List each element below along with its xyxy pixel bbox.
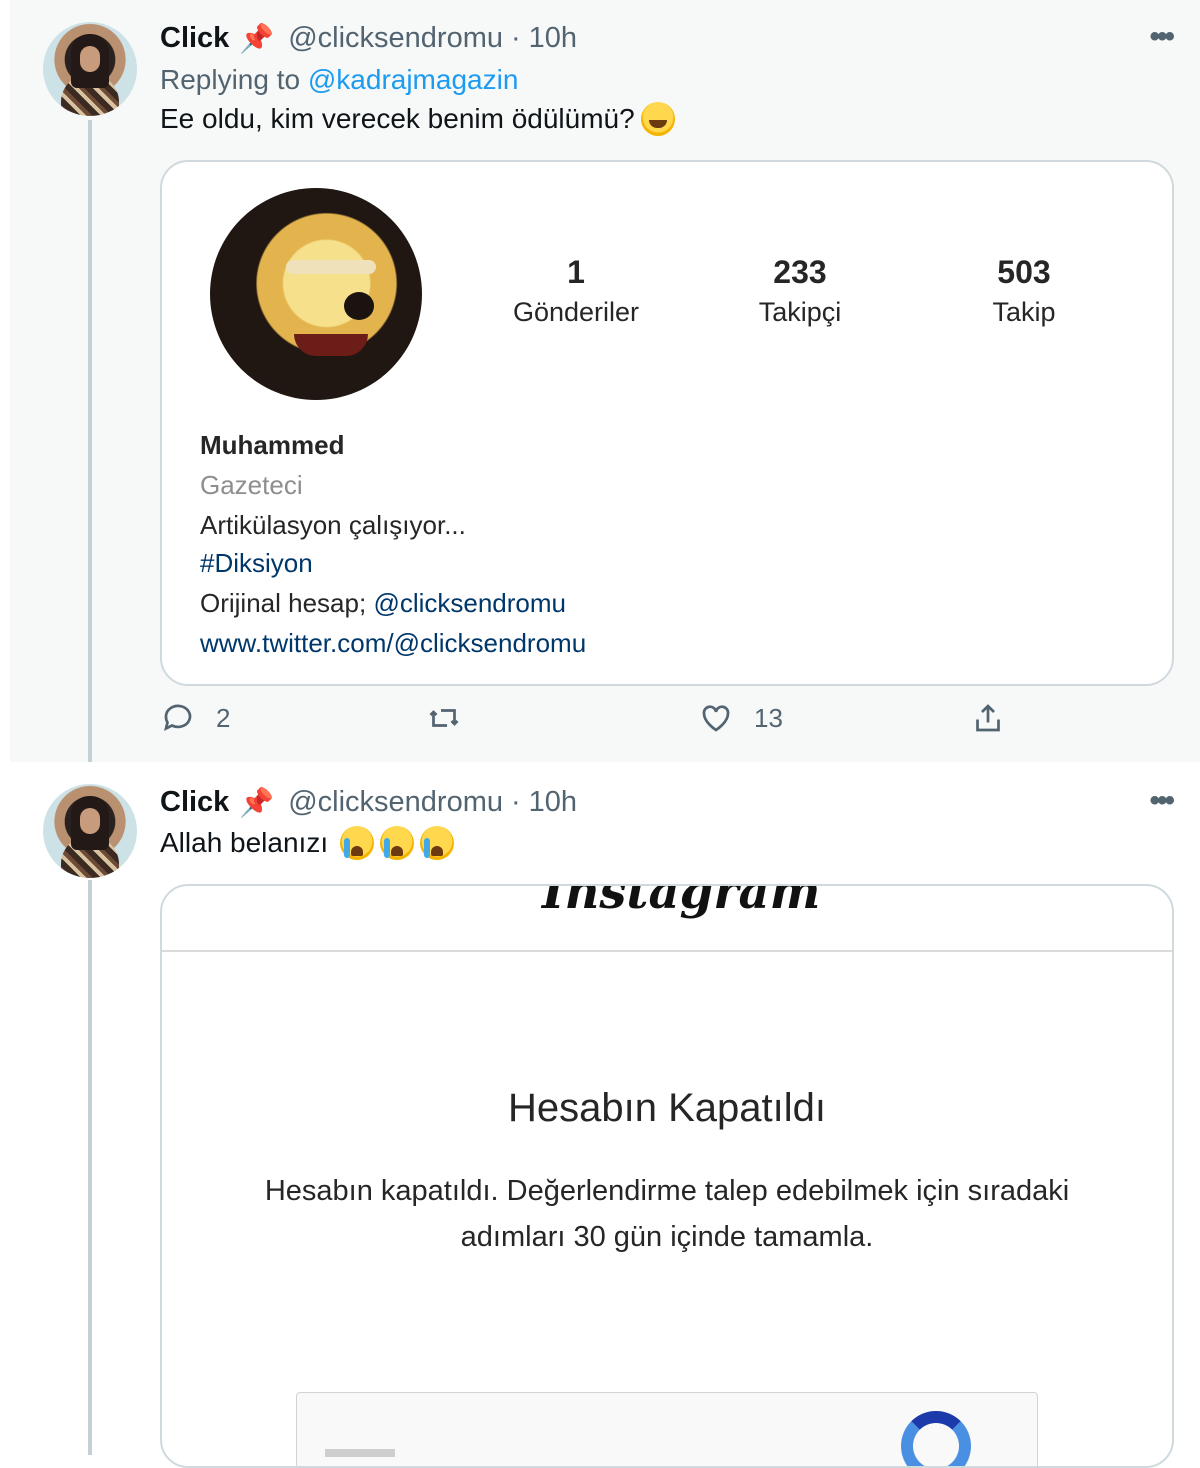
separator-dot: · xyxy=(510,785,521,818)
replying-to: Replying to @kadrajmagazin xyxy=(160,64,518,96)
thread-line xyxy=(88,880,92,1455)
instagram-header: Instagram xyxy=(162,886,1172,952)
stat-posts: 1 Gönderiler xyxy=(486,254,666,328)
bio-hashtag[interactable]: #Diksiyon xyxy=(200,548,313,579)
display-name[interactable]: Click xyxy=(160,786,229,819)
stat-followers: 233 Takipçi xyxy=(710,254,890,328)
separator-dot: · xyxy=(510,21,521,54)
reply-icon xyxy=(163,704,192,732)
stat-following: 503 Takip xyxy=(934,254,1114,328)
bio-name: Muhammed xyxy=(200,430,345,460)
tweet-text-content: Ee oldu, kim verecek benim ödülümü? xyxy=(160,103,635,134)
crying-emoji-icon xyxy=(380,826,415,860)
pin-icon: 📌 xyxy=(239,786,275,818)
stat-value: 233 xyxy=(773,254,827,290)
recaptcha-icon xyxy=(901,1411,971,1466)
bio-line: Artikülasyon çalışıyor... xyxy=(200,510,466,540)
avatar[interactable] xyxy=(43,22,137,116)
stat-value: 503 xyxy=(997,254,1051,290)
recaptcha-box[interactable] xyxy=(296,1392,1038,1466)
tweet-reply[interactable]: Click 📌 @clicksendromu · 10h ••• Replyin… xyxy=(0,0,1200,762)
thread-line xyxy=(88,120,92,762)
stat-value: 1 xyxy=(567,254,585,290)
reply-count: 2 xyxy=(216,702,231,733)
share-button[interactable] xyxy=(970,700,1006,736)
like-count: 13 xyxy=(754,702,783,733)
user-handle[interactable]: @clicksendromu xyxy=(288,786,503,819)
tweet-time[interactable]: 10h xyxy=(529,786,577,819)
pin-icon: 📌 xyxy=(239,22,275,54)
instagram-screenshot-card[interactable]: Instagram Hesabın Kapatıldı Hesabın kapa… xyxy=(160,884,1174,1468)
share-icon xyxy=(976,704,1000,732)
tweet-header: Click 📌 @clicksendromu · 10h xyxy=(160,18,577,58)
replying-mention-link[interactable]: @kadrajmagazin xyxy=(308,64,519,95)
tweet-thread-continuation[interactable]: Click 📌 @clicksendromu · 10h ••• Allah b… xyxy=(0,762,1200,1468)
account-closed-message: Hesabın kapatıldı. Değerlendirme talep e… xyxy=(264,1175,1070,1253)
account-closed-title: Hesabın Kapatıldı xyxy=(508,1086,826,1130)
page-edge xyxy=(0,0,10,762)
bio-website-link[interactable]: www.twitter.com/@clicksendromu xyxy=(200,628,586,659)
tweet-text: Ee oldu, kim verecek benim ödülümü? xyxy=(160,102,675,136)
laughing-emoji-icon xyxy=(640,102,675,136)
more-options-icon[interactable]: ••• xyxy=(1149,20,1174,54)
tweet-text: Allah belanızı xyxy=(160,826,455,860)
display-name[interactable]: Click xyxy=(160,22,229,55)
replying-label: Replying to xyxy=(160,64,301,95)
avatar[interactable] xyxy=(43,784,137,878)
retweet-icon xyxy=(429,709,459,727)
bio-original-handle[interactable]: @clicksendromu xyxy=(373,588,566,618)
more-options-icon[interactable]: ••• xyxy=(1149,784,1174,818)
heart-icon xyxy=(702,705,730,732)
tweet-time[interactable]: 10h xyxy=(529,22,577,55)
instagram-logo: Instagram xyxy=(542,884,821,920)
stat-label: Gönderiler xyxy=(512,297,640,327)
stat-label: Takip xyxy=(992,297,1056,327)
instagram-profile-card[interactable]: 1 Gönderiler 233 Takipçi 503 Takip Muham… xyxy=(160,160,1174,686)
like-button[interactable]: 13 xyxy=(698,700,783,736)
user-handle[interactable]: @clicksendromu xyxy=(288,22,503,55)
tweet-text-content: Allah belanızı xyxy=(160,827,329,858)
bio-original-prefix: Orijinal hesap; xyxy=(200,588,367,618)
stat-label: Takipçi xyxy=(758,297,842,327)
tweet-header: Click 📌 @clicksendromu · 10h xyxy=(160,782,577,822)
reply-button[interactable]: 2 xyxy=(160,700,230,736)
profile-picture xyxy=(210,188,422,400)
retweet-button[interactable] xyxy=(426,700,482,736)
crying-emoji-icon xyxy=(420,826,455,860)
tweet-actions: 2 13 xyxy=(160,700,1020,746)
bio-original-account: Orijinal hesap; @clicksendromu xyxy=(200,588,566,619)
bio-category: Gazeteci xyxy=(200,470,303,500)
crying-emoji-icon xyxy=(340,826,375,860)
